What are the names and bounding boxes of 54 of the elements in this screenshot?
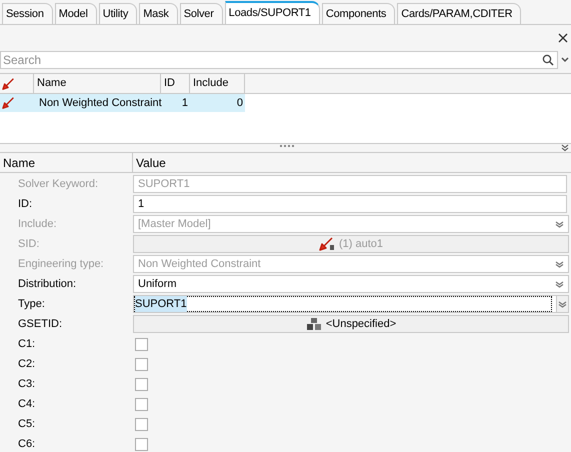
text-field[interactable]: 1 [133,195,567,213]
property-label: Engineering type: [18,258,104,270]
close-button[interactable] [557,32,569,44]
property-label: Distribution: [18,278,76,290]
table-cell-text: 0 [236,96,244,111]
table-row[interactable]: Non Weighted Constraint 1 0 [0,94,245,112]
property-label: C6: [18,438,36,450]
search-field[interactable]: Search [0,51,558,69]
property-label: C3: [18,378,36,390]
property-label: Solver Keyword: [18,178,98,190]
load-arrow-icon [2,96,16,110]
checkbox[interactable] [135,398,148,410]
cubes-icon [306,317,322,331]
column-header[interactable]: Include [190,74,245,93]
tab[interactable]: Utility [98,3,138,24]
checkbox[interactable] [135,358,148,370]
checkbox[interactable] [135,378,148,390]
dropdown-field[interactable]: Uniform [133,275,569,293]
load-arrow-icon [318,237,335,251]
dropdown-field[interactable]: SUPORT1 [133,295,556,313]
dropdown-icon [555,280,564,288]
table-cell-text: 1 [180,96,189,111]
property-label: C1: [18,338,36,350]
search-icon[interactable] [542,54,554,66]
dropdown-icon [555,260,564,268]
checkbox[interactable] [135,338,148,350]
column-header[interactable]: Name [0,153,133,172]
entity-button[interactable]: <Unspecified> [133,315,569,333]
tab[interactable]: Cards/PARAM,CDITER [397,3,522,24]
dropdown-icon[interactable] [559,55,571,65]
dropdown-icon [558,300,567,308]
load-arrow-icon [2,76,16,90]
property-label: GSETID: [18,318,62,330]
tab[interactable]: Loads/SUPORT1 [224,1,320,24]
property-label: SID: [18,238,40,250]
tab[interactable]: Solver [180,3,223,24]
property-label: C4: [18,398,36,410]
checkbox[interactable] [135,438,148,450]
tab[interactable]: Mask [139,3,178,24]
tab[interactable]: Components [322,3,396,24]
column-header[interactable]: Name [34,74,161,93]
property-label: C2: [18,358,36,370]
property-label: Include: [18,218,57,230]
property-label: ID: [18,198,32,210]
property-label: C5: [18,418,36,430]
column-header[interactable]: Value [133,153,571,172]
tab[interactable]: Model [54,3,97,24]
column-header[interactable]: ID [161,74,190,93]
property-label: Type: [18,298,45,310]
tab[interactable]: Session [2,3,53,24]
table-cell-text: Non Weighted Constraint [38,96,161,111]
checkbox[interactable] [135,418,148,430]
collapse-icon[interactable] [561,144,569,152]
dropdown-icon [555,220,564,228]
